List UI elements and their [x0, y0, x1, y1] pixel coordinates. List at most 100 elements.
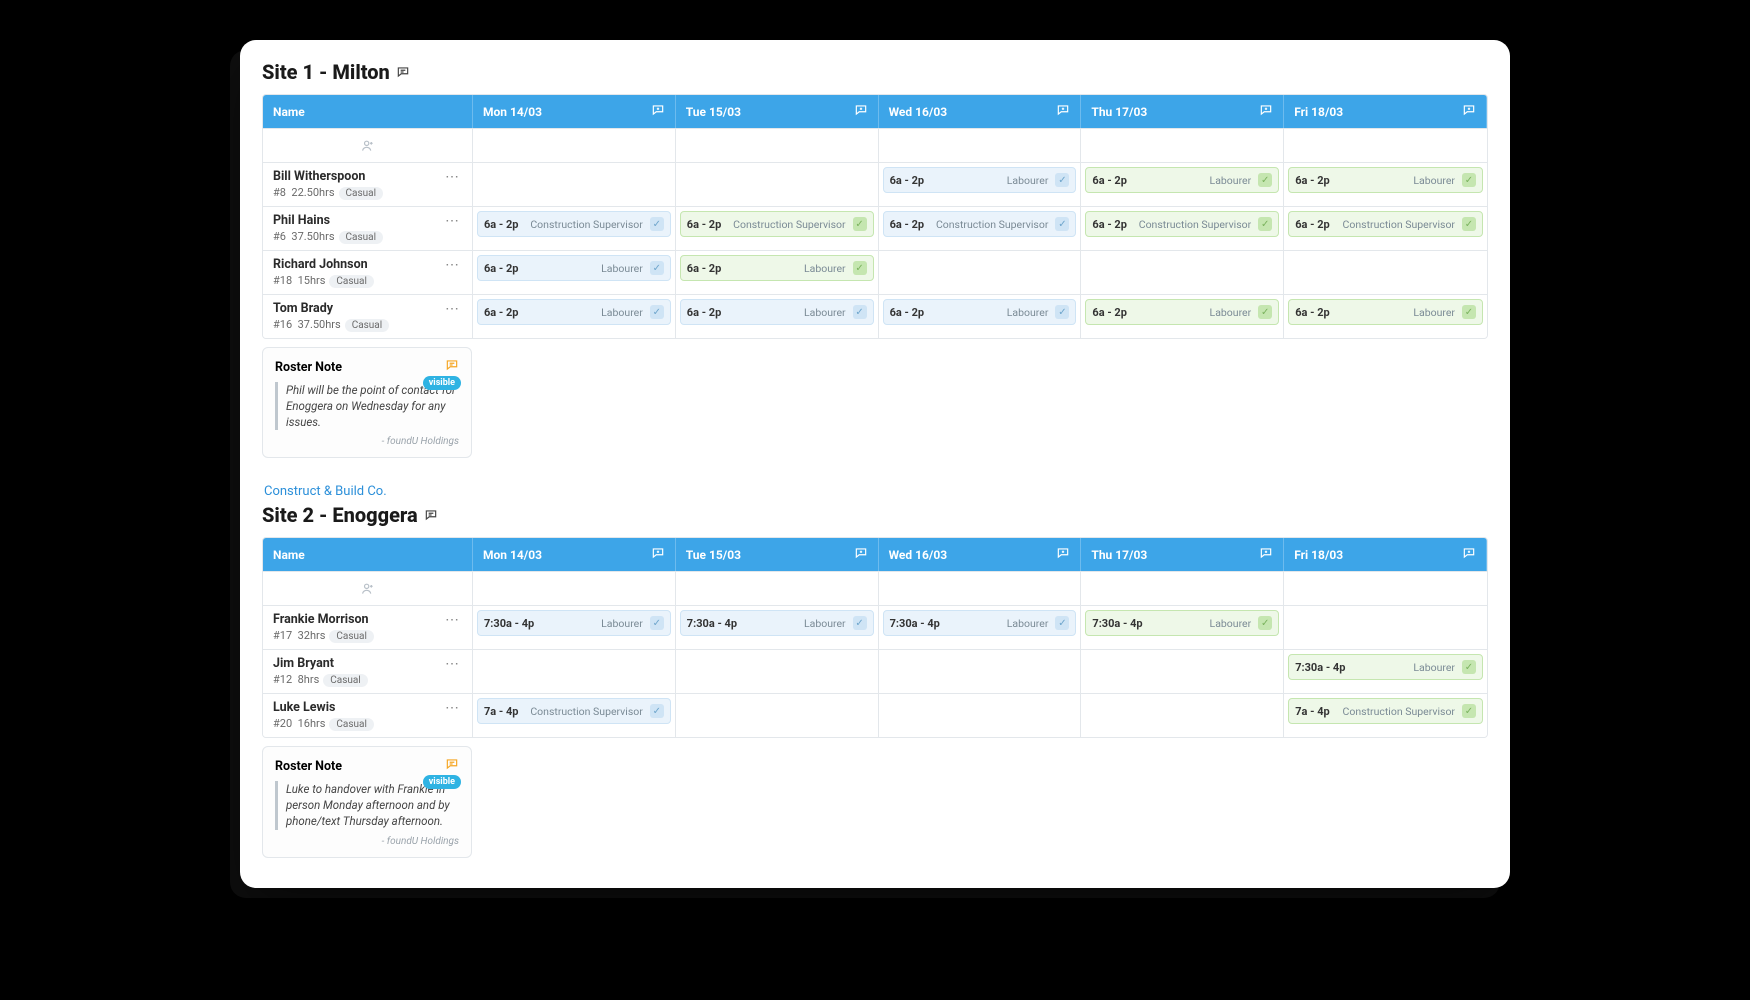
shift-block[interactable]: 6a - 2p Labourer ✓: [477, 299, 671, 325]
shift-block[interactable]: 6a - 2p Labourer ✓: [1085, 167, 1279, 193]
employee-name[interactable]: Frankie Morrison: [273, 612, 374, 627]
shift-block[interactable]: 6a - 2p Labourer ✓: [680, 255, 874, 281]
shift-role: Labourer: [1413, 661, 1455, 674]
employee-name[interactable]: Tom Brady: [273, 301, 389, 316]
shift-time: 6a - 2p: [890, 306, 925, 319]
shift-block[interactable]: 6a - 2p Construction Supervisor ✓: [1085, 211, 1279, 237]
shift-cell[interactable]: 6a - 2p Labourer ✓: [473, 250, 676, 294]
shift-cell[interactable]: 6a - 2p Labourer ✓: [473, 294, 676, 338]
employee-name[interactable]: Luke Lewis: [273, 700, 374, 715]
employee-name[interactable]: Richard Johnson: [273, 257, 374, 272]
employee-name[interactable]: Phil Hains: [273, 213, 383, 228]
more-menu-icon[interactable]: ⋯: [443, 700, 462, 716]
shift-block[interactable]: 7a - 4p Construction Supervisor ✓: [1288, 698, 1483, 724]
add-shift-icon[interactable]: [1056, 546, 1070, 563]
add-shift-icon[interactable]: [854, 546, 868, 563]
shift-block[interactable]: 6a - 2p Construction Supervisor ✓: [680, 211, 874, 237]
more-menu-icon[interactable]: ⋯: [443, 169, 462, 185]
shift-cell[interactable]: [676, 693, 879, 737]
shift-role: Labourer: [1413, 306, 1455, 319]
shift-cell[interactable]: 6a - 2p Construction Supervisor ✓: [879, 206, 1082, 250]
shift-cell[interactable]: [1081, 250, 1284, 294]
add-shift-icon[interactable]: [651, 103, 665, 120]
add-shift-icon[interactable]: [1259, 546, 1273, 563]
shift-cell[interactable]: 6a - 2p Labourer ✓: [676, 250, 879, 294]
more-menu-icon[interactable]: ⋯: [443, 257, 462, 273]
more-menu-icon[interactable]: ⋯: [443, 656, 462, 672]
visibility-badge: visible: [423, 376, 461, 390]
check-icon: ✓: [1462, 704, 1476, 718]
employee-name-cell: Bill Witherspoon #8 22.50hrsCasual ⋯: [263, 162, 473, 206]
add-shift-icon[interactable]: [1259, 103, 1273, 120]
shift-block[interactable]: 6a - 2p Labourer ✓: [477, 255, 671, 281]
shift-cell[interactable]: 7:30a - 4p Labourer ✓: [473, 605, 676, 649]
shift-block[interactable]: 6a - 2p Construction Supervisor ✓: [1288, 211, 1483, 237]
shift-cell[interactable]: 6a - 2p Construction Supervisor ✓: [473, 206, 676, 250]
shift-cell[interactable]: 6a - 2p Labourer ✓: [1284, 162, 1487, 206]
shift-block[interactable]: 7:30a - 4p Labourer ✓: [1288, 654, 1483, 680]
shift-cell[interactable]: 6a - 2p Labourer ✓: [879, 294, 1082, 338]
shift-cell[interactable]: 6a - 2p Labourer ✓: [1081, 162, 1284, 206]
more-menu-icon[interactable]: ⋯: [443, 213, 462, 229]
shift-cell[interactable]: 6a - 2p Labourer ✓: [1284, 294, 1487, 338]
shift-cell[interactable]: 7:30a - 4p Labourer ✓: [1081, 605, 1284, 649]
shift-block[interactable]: 7:30a - 4p Labourer ✓: [477, 610, 671, 636]
shift-time: 7:30a - 4p: [484, 617, 534, 630]
shift-cell[interactable]: [879, 250, 1082, 294]
shift-block[interactable]: 6a - 2p Construction Supervisor ✓: [477, 211, 671, 237]
shift-time: 6a - 2p: [1295, 218, 1330, 231]
shift-block[interactable]: 6a - 2p Construction Supervisor ✓: [883, 211, 1077, 237]
shift-cell[interactable]: 7a - 4p Construction Supervisor ✓: [473, 693, 676, 737]
shift-cell[interactable]: 7:30a - 4p Labourer ✓: [879, 605, 1082, 649]
empty-cell: [879, 571, 1082, 605]
shift-cell[interactable]: 6a - 2p Construction Supervisor ✓: [1284, 206, 1487, 250]
comment-icon[interactable]: [396, 60, 410, 84]
shift-cell[interactable]: [1081, 693, 1284, 737]
shift-cell[interactable]: [473, 162, 676, 206]
shift-cell[interactable]: [473, 649, 676, 693]
add-shift-icon[interactable]: [1056, 103, 1070, 120]
add-employee-button[interactable]: [263, 128, 473, 162]
shift-cell[interactable]: [676, 649, 879, 693]
shift-cell[interactable]: 7a - 4p Construction Supervisor ✓: [1284, 693, 1487, 737]
shift-time: 6a - 2p: [1092, 174, 1127, 187]
add-shift-icon[interactable]: [1462, 546, 1476, 563]
comment-icon[interactable]: [424, 503, 438, 527]
shift-block[interactable]: 6a - 2p Labourer ✓: [1288, 299, 1483, 325]
shift-block[interactable]: 7:30a - 4p Labourer ✓: [883, 610, 1077, 636]
add-shift-icon[interactable]: [854, 103, 868, 120]
note-message-icon[interactable]: [445, 757, 459, 775]
shift-cell[interactable]: [1284, 250, 1487, 294]
shift-cell[interactable]: [1284, 605, 1487, 649]
employee-name[interactable]: Jim Bryant: [273, 656, 368, 671]
note-message-icon[interactable]: [445, 358, 459, 376]
shift-cell[interactable]: 6a - 2p Labourer ✓: [879, 162, 1082, 206]
shift-block[interactable]: 6a - 2p Labourer ✓: [883, 299, 1077, 325]
shift-block[interactable]: 7:30a - 4p Labourer ✓: [680, 610, 874, 636]
add-employee-button[interactable]: [263, 571, 473, 605]
shift-block[interactable]: 6a - 2p Labourer ✓: [680, 299, 874, 325]
shift-cell[interactable]: [879, 649, 1082, 693]
shift-cell[interactable]: 6a - 2p Labourer ✓: [676, 294, 879, 338]
employment-tag: Casual: [339, 231, 384, 244]
company-link[interactable]: Construct & Build Co.: [264, 484, 1488, 499]
shift-cell[interactable]: 6a - 2p Construction Supervisor ✓: [676, 206, 879, 250]
shift-cell[interactable]: 7:30a - 4p Labourer ✓: [1284, 649, 1487, 693]
shift-cell[interactable]: [676, 162, 879, 206]
more-menu-icon[interactable]: ⋯: [443, 612, 462, 628]
shift-block[interactable]: 6a - 2p Labourer ✓: [1085, 299, 1279, 325]
more-menu-icon[interactable]: ⋯: [443, 301, 462, 317]
shift-cell[interactable]: [1081, 649, 1284, 693]
shift-cell[interactable]: 6a - 2p Construction Supervisor ✓: [1081, 206, 1284, 250]
add-shift-icon[interactable]: [651, 546, 665, 563]
shift-block[interactable]: 7a - 4p Construction Supervisor ✓: [477, 698, 671, 724]
shift-time: 6a - 2p: [484, 218, 519, 231]
shift-block[interactable]: 7:30a - 4p Labourer ✓: [1085, 610, 1279, 636]
shift-block[interactable]: 6a - 2p Labourer ✓: [883, 167, 1077, 193]
shift-cell[interactable]: [879, 693, 1082, 737]
shift-cell[interactable]: 6a - 2p Labourer ✓: [1081, 294, 1284, 338]
shift-cell[interactable]: 7:30a - 4p Labourer ✓: [676, 605, 879, 649]
shift-block[interactable]: 6a - 2p Labourer ✓: [1288, 167, 1483, 193]
add-shift-icon[interactable]: [1462, 103, 1476, 120]
employee-name[interactable]: Bill Witherspoon: [273, 169, 383, 184]
